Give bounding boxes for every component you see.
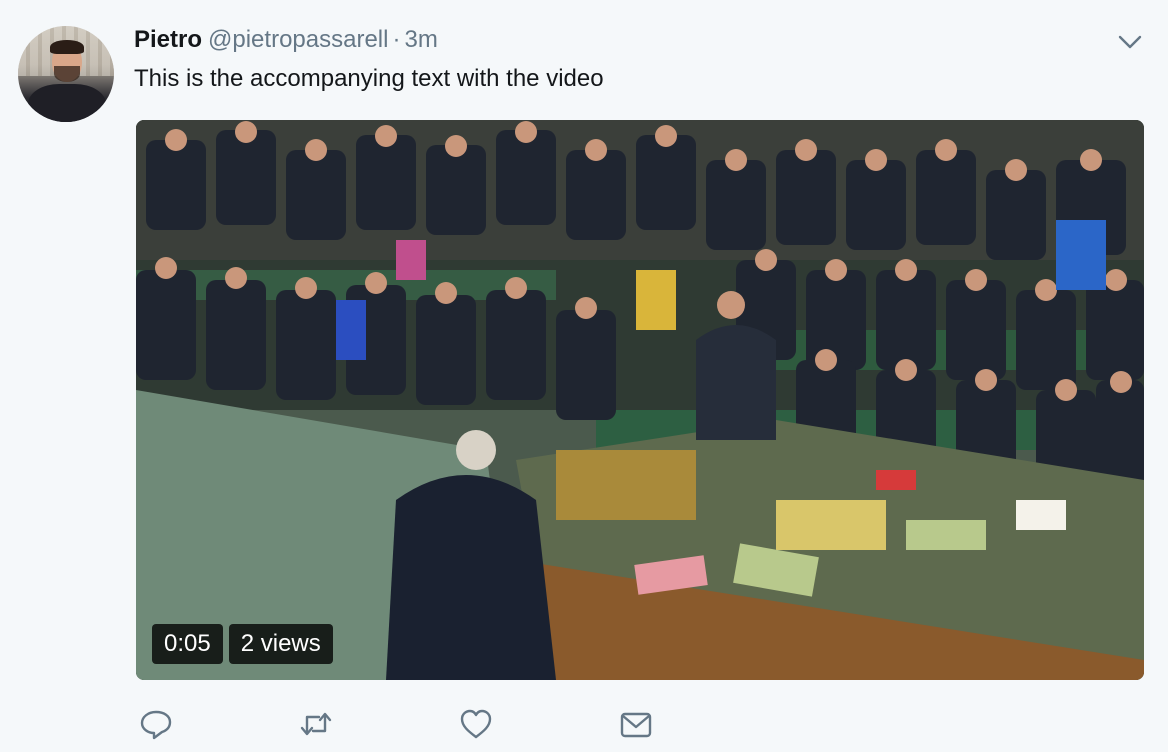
video-badges: 0:05 2 views <box>152 624 333 664</box>
separator-dot: · <box>392 26 401 53</box>
tweet-header: Pietro @pietropassarell · 3m <box>134 26 438 54</box>
retweet-icon[interactable] <box>298 706 334 742</box>
message-icon[interactable] <box>618 706 654 742</box>
author-handle[interactable]: @pietropassarell <box>208 26 388 53</box>
video-duration: 0:05 <box>152 624 223 664</box>
tweet-actions <box>138 706 658 746</box>
like-icon[interactable] <box>458 706 494 742</box>
chevron-down-icon[interactable] <box>1118 32 1142 52</box>
avatar[interactable] <box>18 26 114 122</box>
tweet-text: This is the accompanying text with the v… <box>134 65 604 92</box>
author-name[interactable]: Pietro <box>134 26 202 53</box>
tweet-timestamp[interactable]: 3m <box>404 26 437 53</box>
tweet: Pietro @pietropassarell · 3m This is the ac… <box>0 0 1168 752</box>
reply-icon[interactable] <box>138 706 174 742</box>
video-player[interactable]: 0:05 2 views <box>136 120 1144 680</box>
video-thumbnail <box>136 120 1144 680</box>
video-views: 2 views <box>228 624 333 664</box>
